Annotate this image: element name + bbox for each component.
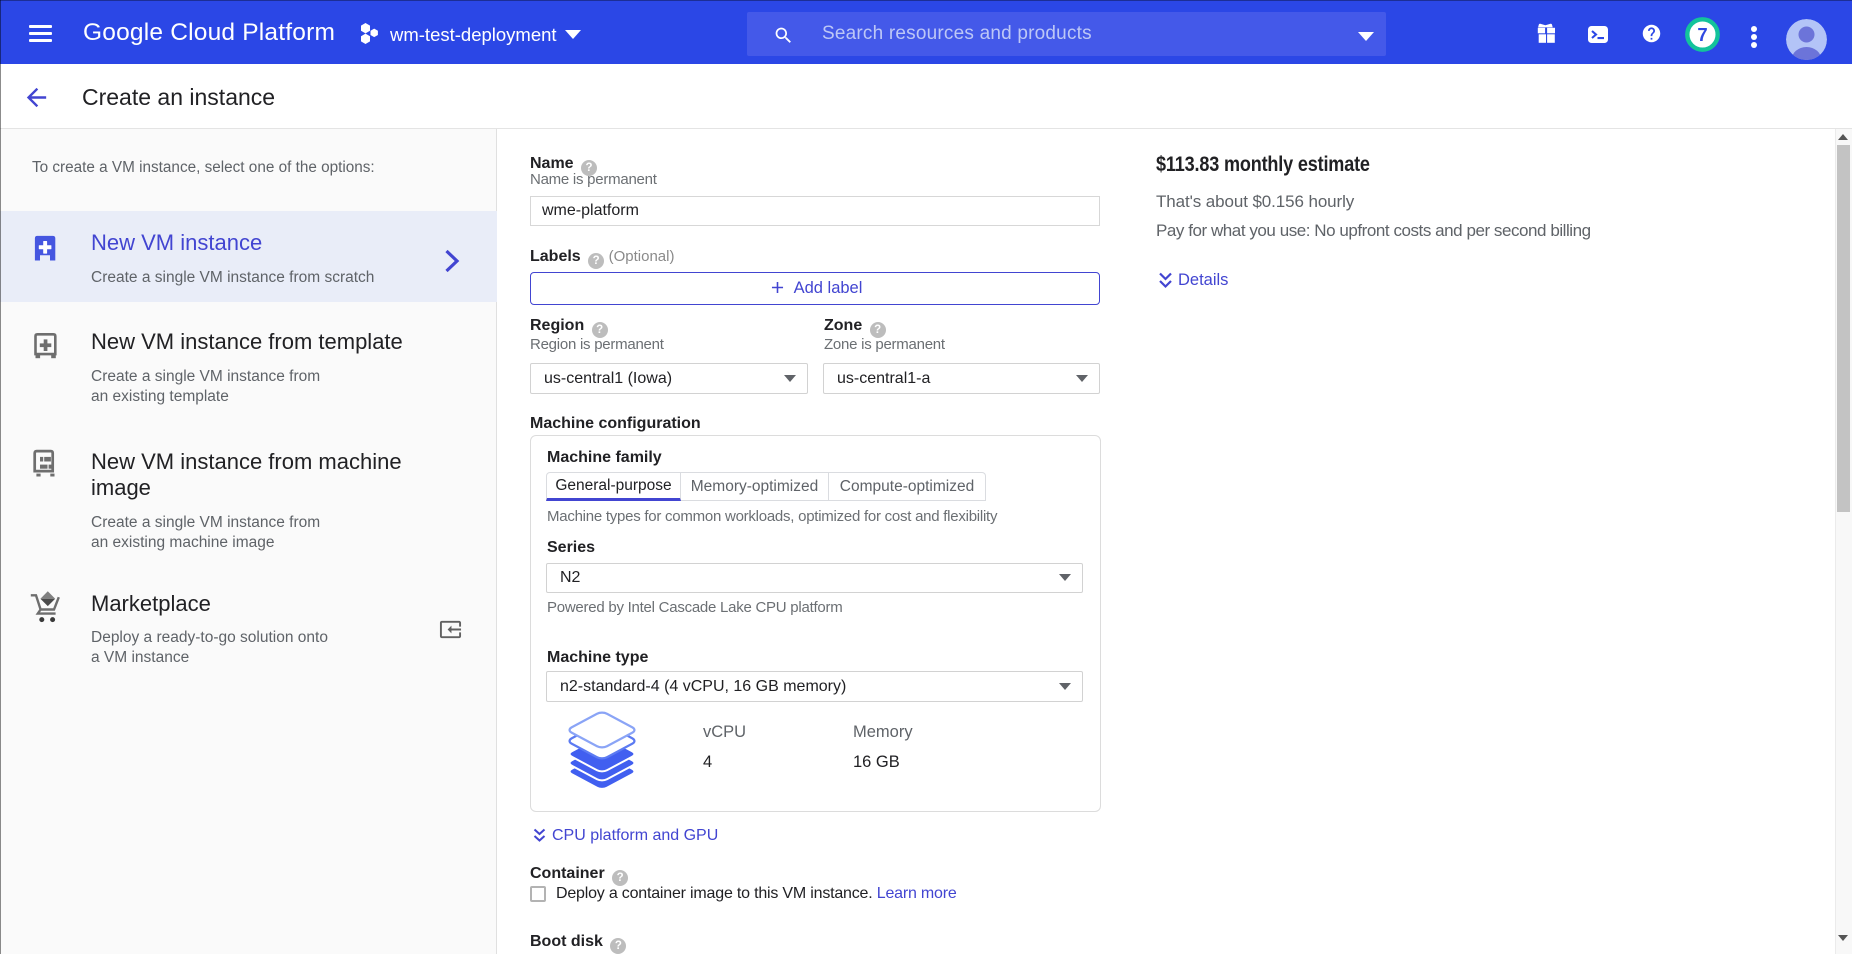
svg-text:7: 7 [1697,24,1707,45]
